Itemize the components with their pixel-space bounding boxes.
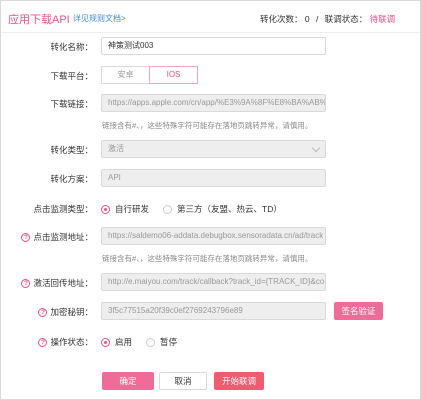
platform-toggle: 安卓 IOS (101, 66, 198, 84)
start-debug-button[interactable]: 开始联调 (214, 372, 264, 390)
radio-self-developed-label[interactable]: 自行研发 (115, 203, 149, 215)
name-label: 转化名称： (50, 42, 93, 52)
chevron-down-icon (311, 143, 321, 153)
click-monitor-url-hint: 链接含有#、，这些特殊字符可能存在落地页跳转异常，请慎用。 (102, 254, 313, 263)
page-title: 应用下载API (8, 14, 70, 26)
conversion-type-label: 转化类型： (50, 145, 93, 155)
question-icon[interactable]: ? (38, 337, 48, 347)
click-monitor-url-label: ? 点击监测地址： (21, 231, 93, 243)
question-icon[interactable]: ? (21, 232, 31, 242)
radio-third-party-label[interactable]: 第三方（友盟、热云、TD） (177, 203, 282, 215)
conversion-type-value: 激活 (108, 144, 124, 153)
callback-url-input[interactable]: http://e.maiyou.com/track/callback?track… (101, 273, 326, 291)
confirm-button[interactable]: 确定 (102, 372, 154, 390)
radio-third-party[interactable] (163, 204, 173, 214)
sign-verify-button[interactable]: 签名验证 (334, 302, 383, 320)
secret-key-input[interactable]: 3f5c77515a20f39c0ef2769243796e89 (101, 302, 326, 320)
question-icon[interactable]: ? (21, 278, 31, 288)
status-badge: 待联调 (369, 14, 396, 24)
download-link-label: 下载链接： (50, 99, 93, 109)
radio-pause-label[interactable]: 暂停 (160, 336, 177, 348)
conversions-label: 转化次数： (260, 14, 303, 24)
radio-enable[interactable] (101, 337, 110, 347)
name-input[interactable]: 神策测试003 (101, 37, 326, 55)
radio-self-developed[interactable] (101, 204, 110, 214)
radio-enable-label[interactable]: 启用 (115, 336, 132, 348)
question-icon[interactable]: ? (38, 307, 48, 317)
click-monitor-url-input[interactable]: https://saldemo06-addata.debugbox.sensor… (101, 227, 326, 245)
secret-key-label: ? 加密秘钥： (38, 306, 93, 318)
status-label: 联调状态： (324, 14, 368, 24)
download-link-hint: 链接含有#、，这些特殊字符可能存在落地页跳转异常，请慎用。 (102, 121, 313, 130)
conversions-value: 0 (304, 14, 310, 24)
platform-option-android[interactable]: 安卓 (101, 66, 150, 84)
doc-link[interactable]: 详见规则文档> (73, 13, 126, 24)
stats-separator: / (316, 14, 319, 24)
download-link-input[interactable]: https://apps.apple.com/cn/app/%E3%9A%8F%… (101, 94, 326, 112)
platform-label: 下载平台： (50, 71, 93, 81)
conversion-type-select[interactable]: 激活 (101, 140, 326, 158)
callback-url-label: ? 激活回传地址： (21, 277, 93, 289)
platform-option-ios[interactable]: IOS (149, 66, 198, 84)
cancel-button[interactable]: 取消 (159, 372, 207, 390)
click-monitor-type-label: 点击监测类型： (33, 204, 93, 214)
radio-pause[interactable] (146, 337, 156, 347)
stats-bar: 转化次数： 0 / 联调状态： 待联调 (260, 13, 395, 25)
click-monitor-type-group: 自行研发 第三方（友盟、热云、TD） (101, 203, 296, 215)
modal-panel: 应用下载API 详见规则文档> 转化次数： 0 / 联调状态： 待联调 转化名称… (0, 0, 421, 400)
header: 应用下载API 详见规则文档> 转化次数： 0 / 联调状态： 待联调 (1, 1, 420, 33)
operate-status-label: ? 操作状态： (38, 336, 93, 348)
conversion-scheme-label: 转化方案： (50, 174, 93, 184)
operate-status-group: 启用 暂停 (101, 336, 191, 348)
conversion-scheme-input[interactable]: API (101, 169, 326, 187)
